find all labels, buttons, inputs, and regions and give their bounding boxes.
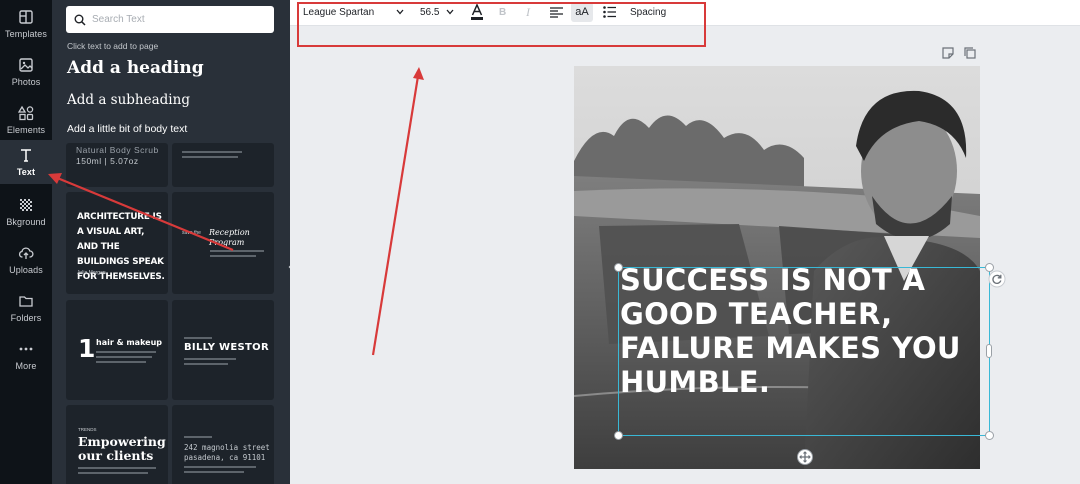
text-template-tile[interactable]: 1 hair & makeup [66, 300, 168, 400]
template-text: Reception Program [209, 228, 250, 247]
template-text: BILLY WESTOR [184, 342, 269, 353]
search-icon [74, 14, 86, 26]
template-text: 150ml | 5.07oz [76, 156, 139, 166]
add-heading-button[interactable]: Add a heading [67, 58, 204, 78]
text-template-tile[interactable]: Natural Body Scrub 150ml | 5.07oz [66, 143, 168, 187]
placeholder-line [210, 255, 256, 257]
placeholder-line [184, 436, 212, 438]
placeholder-line [96, 356, 152, 358]
rail-item-photos[interactable]: Photos [0, 48, 52, 96]
text-template-tile[interactable]: BILLY WESTOR [172, 300, 274, 400]
add-body-text-button[interactable]: Add a little bit of body text [67, 123, 187, 135]
template-text: TRENDS [78, 427, 97, 432]
placeholder-line [210, 250, 264, 252]
move-icon[interactable] [797, 449, 813, 465]
placeholder-line [78, 467, 156, 469]
resize-handle-top-left[interactable] [614, 263, 623, 272]
left-rail: Templates Photos Elements Text Bkground … [0, 0, 52, 484]
template-text: Natural Body Scrub [76, 145, 159, 155]
template-text: hair & makeup [96, 338, 163, 347]
text-toolbar: League Spartan 56.5 B I aA Spacing [290, 0, 1080, 26]
search-box[interactable] [66, 6, 274, 33]
rail-label: Text [16, 167, 36, 177]
placeholder-line [184, 471, 244, 473]
rail-item-templates[interactable]: Templates [0, 0, 52, 48]
template-text: 242 magnolia street [184, 443, 270, 452]
rail-label: Folders [10, 313, 42, 323]
placeholder-line [182, 156, 238, 158]
rail-label: Uploads [9, 265, 43, 275]
spacing-button[interactable]: Spacing [630, 0, 670, 24]
rail-label: Templates [5, 29, 47, 39]
text-color-icon [471, 3, 483, 20]
chevron-down-icon [446, 9, 454, 15]
rail-item-folders[interactable]: Folders [0, 284, 52, 332]
placeholder-line [96, 361, 146, 363]
font-family-value: League Spartan [303, 6, 375, 18]
placeholder-line [184, 337, 212, 339]
list-button[interactable] [603, 0, 619, 24]
italic-button[interactable]: I [526, 0, 536, 24]
resize-handle-bottom-right[interactable] [985, 431, 994, 440]
search-input[interactable] [92, 14, 262, 25]
rail-item-uploads[interactable]: Uploads [0, 236, 52, 284]
placeholder-line [182, 151, 242, 153]
rail-label: Elements [6, 125, 46, 135]
rail-label: Photos [11, 77, 41, 87]
shapes-icon [18, 105, 34, 121]
font-size-dropdown[interactable]: 56.5 [420, 0, 456, 24]
cloud-upload-icon [18, 247, 34, 259]
panel-hint: Click text to add to page [67, 41, 159, 51]
placeholder-line [78, 472, 148, 474]
placeholder-line [184, 363, 228, 365]
placeholder-line [184, 358, 236, 360]
align-left-icon [550, 6, 563, 18]
text-template-tile[interactable]: save the Reception Program [172, 192, 274, 294]
bold-button[interactable]: B [499, 0, 511, 24]
resize-handle-right[interactable] [986, 344, 992, 358]
align-button[interactable] [550, 0, 566, 24]
quote-text[interactable]: SUCCESS IS NOT A GOOD TEACHER, FAILURE M… [620, 263, 965, 399]
template-text: Empowering our clients [78, 434, 166, 463]
template-text: Julia Morgan [77, 270, 106, 276]
rail-item-elements[interactable]: Elements [0, 96, 52, 144]
letter-case-button[interactable]: aA [571, 2, 593, 22]
text-template-tile[interactable]: ARCHITECTURE IS A VISUAL ART, AND THE BU… [66, 192, 168, 294]
text-template-tile[interactable]: 242 magnolia street pasadena, ca 91101 [172, 405, 274, 484]
text-template-tile[interactable] [172, 143, 274, 187]
template-text: save the [182, 230, 201, 236]
placeholder-line [184, 466, 256, 468]
note-icon[interactable] [941, 46, 955, 60]
placeholder-line [96, 351, 156, 353]
rail-label: Bkground [6, 217, 46, 227]
font-family-dropdown[interactable]: League Spartan [303, 0, 405, 24]
image-icon [19, 58, 33, 72]
template-text: 1 [78, 334, 96, 363]
text-color-button[interactable] [470, 0, 486, 24]
rail-item-background[interactable]: Bkground [0, 188, 52, 236]
text-template-tile[interactable]: TRENDS Empowering our clients [66, 405, 168, 484]
text-icon [21, 149, 31, 162]
folder-icon [19, 296, 33, 307]
text-panel: Click text to add to page Add a heading … [52, 0, 290, 484]
layout-icon [19, 10, 33, 24]
rail-label: More [15, 361, 37, 371]
rotate-icon[interactable] [988, 270, 1006, 288]
editor-app: Templates Photos Elements Text Bkground … [0, 0, 1080, 484]
rail-item-more[interactable]: More [0, 332, 52, 380]
list-icon [603, 6, 616, 18]
font-size-value: 56.5 [420, 6, 440, 18]
rail-item-text[interactable]: Text [0, 140, 52, 184]
pattern-icon [20, 199, 32, 211]
add-subheading-button[interactable]: Add a subheading [67, 92, 190, 108]
ellipsis-icon [19, 347, 33, 351]
resize-handle-bottom-left[interactable] [614, 431, 623, 440]
duplicate-page-icon[interactable] [963, 46, 977, 60]
chevron-down-icon [396, 9, 404, 15]
template-text: pasadena, ca 91101 [184, 453, 266, 462]
